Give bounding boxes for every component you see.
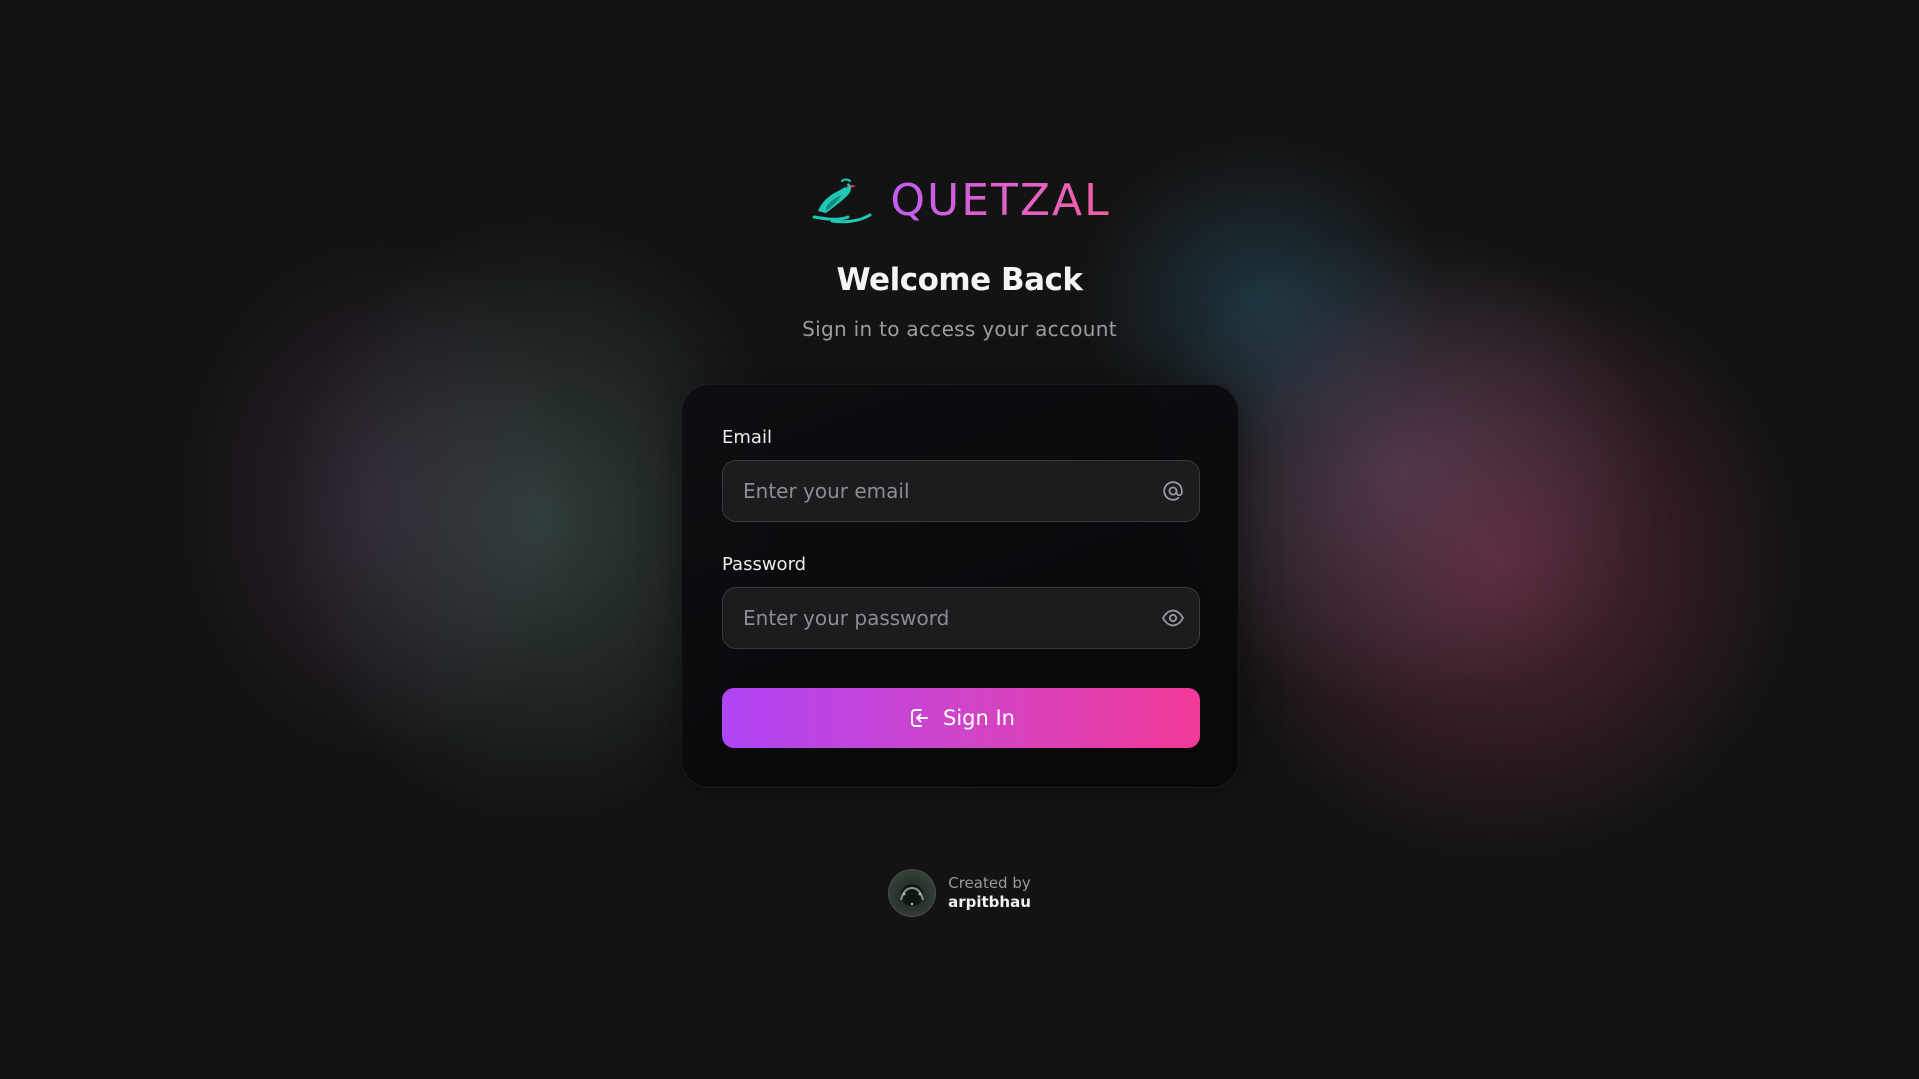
- credit-text: Created by arpitbhau: [948, 874, 1031, 913]
- email-input[interactable]: [723, 461, 1143, 521]
- brand-logo: QUETZAL: [0, 170, 1919, 232]
- quetzal-bird-icon: [812, 178, 872, 224]
- email-field-wrapper: [722, 460, 1200, 522]
- password-label: Password: [722, 554, 807, 575]
- email-label: Email: [722, 427, 772, 448]
- login-page: QUETZAL Welcome Back Sign in to access y…: [0, 0, 1919, 1079]
- author-avatar[interactable]: [888, 869, 937, 917]
- footer-credit: Created by arpitbhau: [0, 868, 1919, 918]
- login-icon: [911, 709, 928, 727]
- page-title: Welcome Back: [836, 262, 1083, 298]
- brand-name: QUETZAL: [890, 175, 1111, 226]
- avatar-image: [900, 884, 925, 906]
- eye-icon[interactable]: [1161, 606, 1185, 630]
- author-name[interactable]: arpitbhau: [948, 893, 1031, 913]
- page-subtitle: Sign in to access your account: [802, 317, 1117, 341]
- at-sign-icon: [1163, 481, 1183, 501]
- created-by-label: Created by: [948, 873, 1031, 892]
- password-input[interactable]: [723, 588, 1143, 648]
- sign-in-label: Sign In: [943, 706, 1015, 730]
- login-card: Email Password Sign In: [681, 384, 1239, 788]
- password-field-wrapper: [722, 587, 1200, 649]
- sign-in-button[interactable]: Sign In: [722, 688, 1200, 748]
